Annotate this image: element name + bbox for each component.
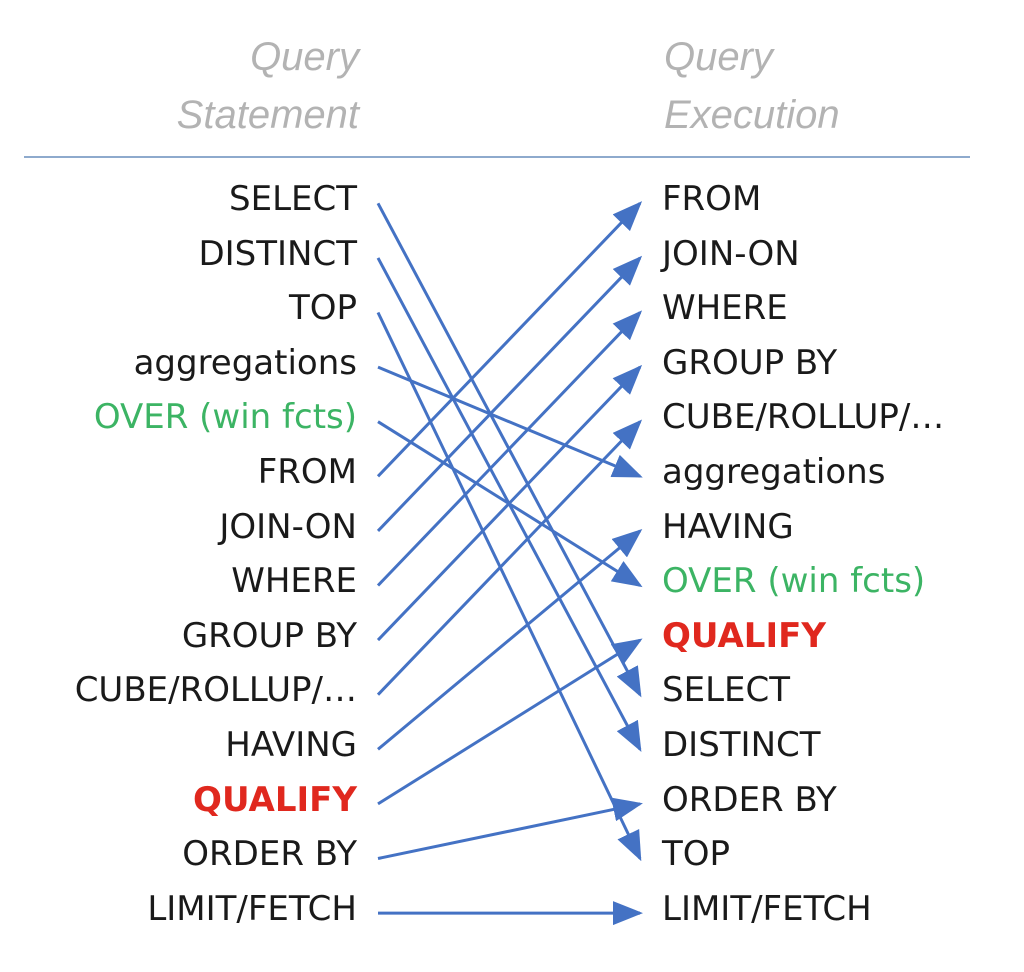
arrow-group-by <box>376 364 643 642</box>
arrow-where <box>376 310 643 587</box>
mapping-arrows <box>376 201 643 926</box>
arrow-aggregations <box>377 365 643 478</box>
arrow-from <box>376 201 643 478</box>
arrow-having <box>377 528 643 751</box>
arrow-order-by <box>377 797 643 860</box>
arrow-cube-rollup <box>376 419 643 696</box>
